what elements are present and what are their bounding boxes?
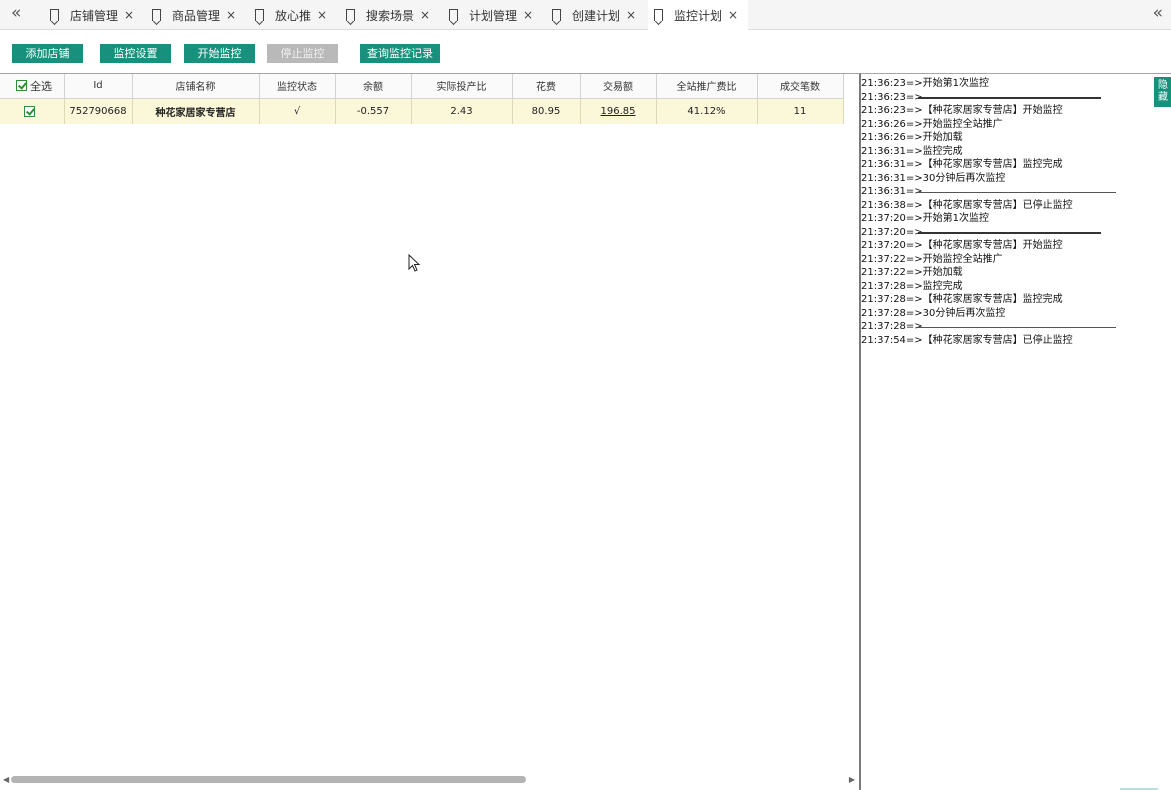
log-line: 21:36:31=>【种花家居家专营店】监控完成 (861, 159, 1063, 170)
add-shop-button[interactable]: 添加店铺 (12, 44, 83, 63)
log-line: 21:37:20=> (861, 226, 1151, 240)
close-icon[interactable]: × (226, 8, 236, 22)
cell-roi: 2.43 (411, 98, 513, 124)
log-line: 21:37:22=>开始加载 (861, 267, 963, 278)
tab-label: 店铺管理 (70, 8, 119, 23)
stop-monitor-button[interactable]: 停止监控 (267, 44, 338, 63)
column-header-roi[interactable]: 实际投产比 (411, 74, 513, 99)
cell-orders: 11 (757, 98, 844, 124)
scroll-left-arrow-icon[interactable]: ◀ (3, 775, 9, 784)
tab-plan-management[interactable]: 计划管理 × (445, 0, 543, 30)
monitor-settings-button[interactable]: 监控设置 (100, 44, 171, 63)
cell-balance: -0.557 (335, 98, 412, 124)
table-header-row: 全选 Id 店铺名称 监控状态 余额 实际投产比 花费 交易额 全站推广费比 成… (0, 74, 844, 99)
column-header-fee-ratio[interactable]: 全站推广费比 (656, 74, 758, 99)
tab-product-management[interactable]: 商品管理 × (148, 0, 246, 30)
tab-label: 放心推 (275, 8, 312, 23)
tab-label: 创建计划 (572, 8, 621, 23)
tabs-scroll-left-icon[interactable]: « (11, 4, 21, 22)
log-line: 21:37:54=>【种花家居家专营店】已停止监控 (861, 334, 1073, 346)
column-header-status[interactable]: 监控状态 (259, 74, 336, 99)
bookmark-icon (449, 9, 458, 21)
bookmark-icon (346, 9, 355, 21)
bookmark-icon (255, 9, 264, 21)
log-line: 21:36:23=> (861, 91, 1151, 105)
select-all-label: 全选 (30, 79, 52, 93)
cell-status: √ (259, 98, 336, 124)
scroll-right-arrow-icon[interactable]: ▶ (849, 775, 855, 784)
column-header-balance[interactable]: 余额 (335, 74, 412, 99)
horizontal-scrollbar[interactable]: ◀ ▶ (0, 774, 859, 786)
row-checkbox-cell[interactable] (0, 98, 65, 124)
log-line: 21:37:28=>监控完成 (861, 280, 963, 292)
tab-label: 计划管理 (469, 8, 518, 23)
log-line: 21:36:26=>开始加载 (861, 132, 963, 143)
select-all-header[interactable]: 全选 (0, 74, 65, 99)
log-line: 21:37:20=>开始第1次监控 (861, 213, 990, 224)
tab-label: 监控计划 (674, 8, 723, 23)
log-line: 21:36:38=>【种花家居家专营店】已停止监控 (861, 199, 1073, 211)
hide-log-button[interactable]: 隐藏 (1154, 77, 1171, 107)
log-line: 21:37:28=> (861, 320, 1151, 334)
log-line: 21:36:23=>开始第1次监控 (861, 78, 990, 89)
log-line: 21:37:28=>30分钟后再次监控 (861, 307, 1006, 319)
tab-create-plan[interactable]: 创建计划 × (548, 0, 646, 30)
tab-search-scene[interactable]: 搜索场景 × (342, 0, 440, 30)
bookmark-icon (552, 9, 561, 21)
column-header-cost[interactable]: 花费 (512, 74, 581, 99)
table-row[interactable]: 752790668 种花家居家专营店 √ -0.557 2.43 80.95 1… (0, 98, 844, 124)
start-monitor-button[interactable]: 开始监控 (184, 44, 255, 63)
checkbox-checked-icon[interactable] (24, 105, 35, 117)
close-icon[interactable]: × (728, 8, 738, 22)
mouse-pointer-icon (408, 254, 421, 272)
column-header-id[interactable]: Id (64, 74, 133, 99)
log-line: 21:37:20=>【种花家居家专营店】开始监控 (861, 240, 1063, 251)
close-icon[interactable]: × (124, 8, 134, 22)
tab-label: 商品管理 (172, 8, 221, 23)
log-line: 21:36:31=> (861, 185, 1151, 199)
log-line: 21:36:31=>监控完成 (861, 145, 963, 157)
log-line: 21:37:28=>【种花家居家专营店】监控完成 (861, 294, 1063, 305)
close-icon[interactable]: × (523, 8, 533, 22)
column-header-orders[interactable]: 成交笔数 (757, 74, 844, 99)
log-line: 21:37:22=>开始监控全站推广 (861, 253, 1003, 265)
column-header-gmv[interactable]: 交易额 (580, 74, 657, 99)
cell-fee-ratio: 41.12% (656, 98, 758, 124)
checkbox-checked-icon[interactable] (16, 80, 27, 92)
monitor-log-panel: 21:36:23=>开始第1次监控 21:36:23=> 21:36:23=>【… (861, 73, 1171, 790)
scrollbar-thumb[interactable] (11, 776, 526, 783)
cell-shop-name: 种花家居家专营店 (132, 98, 260, 124)
log-line: 21:36:23=>【种花家居家专营店】开始监控 (861, 105, 1063, 116)
bookmark-icon (654, 9, 663, 21)
bookmark-icon (50, 9, 59, 21)
tabs-scroll-right-icon[interactable]: « (1153, 4, 1163, 22)
bookmark-icon (152, 9, 161, 21)
tab-fangxintui[interactable]: 放心推 × (251, 0, 339, 30)
log-line: 21:36:26=>开始监控全站推广 (861, 118, 1003, 130)
tab-label: 搜索场景 (366, 8, 415, 23)
shop-table: 全选 Id 店铺名称 监控状态 余额 实际投产比 花费 交易额 全站推广费比 成… (0, 74, 844, 124)
close-icon[interactable]: × (626, 8, 636, 22)
shop-grid-panel: 全选 Id 店铺名称 监控状态 余额 实际投产比 花费 交易额 全站推广费比 成… (0, 73, 861, 790)
tab-monitor-plan[interactable]: 监控计划 × (648, 0, 748, 30)
close-icon[interactable]: × (317, 8, 327, 22)
cell-cost: 80.95 (512, 98, 581, 124)
log-line: 21:36:31=>30分钟后再次监控 (861, 172, 1006, 184)
gmv-link[interactable]: 196.85 (601, 106, 636, 117)
cell-gmv[interactable]: 196.85 (580, 98, 657, 124)
log-list: 21:36:23=>开始第1次监控 21:36:23=> 21:36:23=>【… (861, 77, 1151, 347)
tab-shop-management[interactable]: 店铺管理 × (46, 0, 144, 30)
column-header-shop-name[interactable]: 店铺名称 (132, 74, 260, 99)
tab-bar: « 店铺管理 × 商品管理 × 放心推 × 搜索场景 × 计划管理 × 创建计划… (0, 0, 1171, 30)
query-records-button[interactable]: 查询监控记录 (360, 44, 440, 63)
close-icon[interactable]: × (420, 8, 430, 22)
cell-id: 752790668 (64, 98, 133, 124)
